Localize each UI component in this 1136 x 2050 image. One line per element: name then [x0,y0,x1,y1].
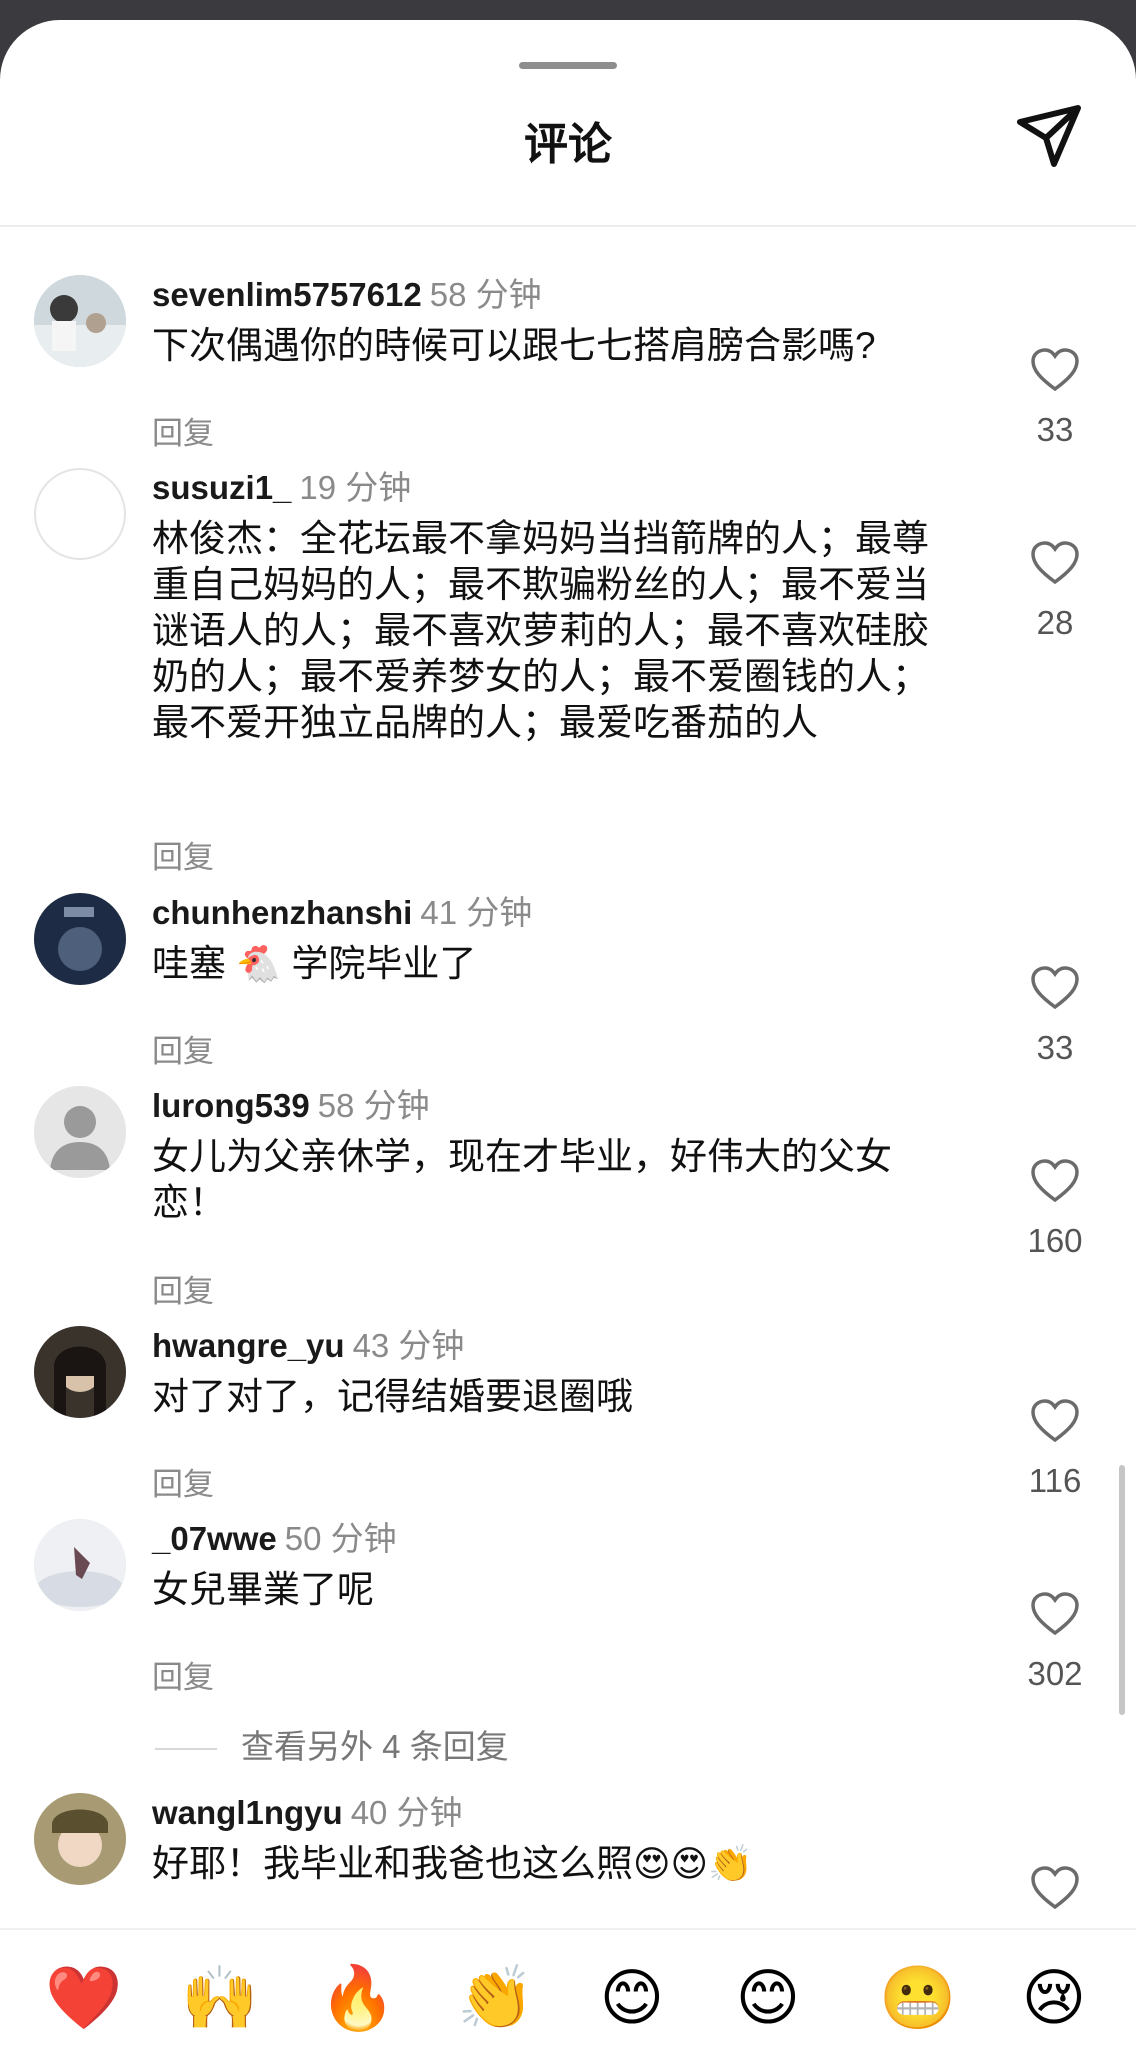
comment-text-part: 学院毕业了 [291,943,477,984]
like-count: 33 [1036,1029,1074,1066]
reply-button[interactable]: 回复 [152,1266,214,1311]
comment-time: 58 分钟 [317,1087,430,1124]
reply-button[interactable]: 回复 [152,832,214,877]
comment-meta: _07wwe 50 分钟 [152,1519,397,1559]
comment-text-part: 好耶！我毕业和我爸也这么照 [152,1843,633,1884]
heart-outline-icon [1031,966,1079,1010]
avatar[interactable] [34,1793,126,1885]
like-button[interactable]: 160 [1010,1158,1100,1260]
comment-time: 50 分钟 [284,1520,397,1557]
reply-button[interactable]: 回复 [152,408,214,453]
comment-meta: susuzi1_ 19 分钟 [152,468,411,508]
username[interactable]: lurong539 [152,1087,310,1124]
like-button[interactable]: 116 [1010,1398,1100,1500]
page-title: 评论 [524,120,612,169]
comment-text: 好耶！我毕业和我爸也这么照😍😍👏 [152,1841,952,1888]
comment-text: 林俊杰：全花坛最不拿妈妈当挡箭牌的人；最尊重自己妈妈的人；最不欺骗粉丝的人；最不… [152,518,929,743]
heart-outline-icon [1031,1159,1079,1203]
avatar[interactable] [34,1519,126,1611]
heart-outline-icon [1031,1592,1079,1636]
heart-emoji-button[interactable]: ❤️ [44,1958,124,2038]
heart-outline-icon [1031,1399,1079,1443]
like-button[interactable]: 302 [1010,1591,1100,1693]
reply-button[interactable]: 回复 [152,1459,214,1504]
like-count: 33 [1036,411,1074,448]
reply-button[interactable]: 回复 [152,1652,214,1697]
fire-emoji-button[interactable]: 🔥 [318,1958,398,2038]
like-button[interactable]: 28 [1010,540,1100,642]
comment-meta: chunhenzhanshi 41 分钟 [152,893,532,933]
comment-time: 40 分钟 [350,1794,463,1831]
comment-text-part: 哇塞 [152,943,226,984]
comment-time: 19 分钟 [299,469,412,506]
avatar[interactable] [34,275,126,367]
comment-meta: sevenlim5757612 58 分钟 [152,275,542,315]
comment-text: 女儿为父亲休学，现在才毕业，好伟大的父女恋！ [152,1136,892,1223]
avatar[interactable] [34,1086,126,1178]
avatar[interactable] [34,893,126,985]
view-more-label: 查看另外 4 条回复 [241,1728,509,1765]
username[interactable]: _07wwe [152,1520,277,1557]
raised-hands-emoji-button[interactable]: 🙌 [180,1958,260,2038]
comment-meta: hwangre_yu 43 分钟 [152,1326,464,1366]
chicken-emoji: 🐔 [236,944,282,985]
avatar[interactable] [34,468,126,560]
reply-button[interactable]: 回复 [152,1026,214,1071]
heart-outline-icon [1031,348,1079,392]
like-count: 28 [1036,604,1074,641]
view-more-replies[interactable]: 查看另外 4 条回复 [155,1720,509,1768]
send-icon[interactable] [1014,102,1084,172]
like-button[interactable]: 33 [1010,347,1100,449]
like-count: 302 [1027,1655,1083,1692]
heart-outline-icon [1031,541,1079,585]
username[interactable]: susuzi1_ [152,469,291,506]
header-divider [0,225,1136,227]
username[interactable]: chunhenzhanshi [152,894,412,931]
username[interactable]: sevenlim5757612 [152,276,422,313]
comments-sheet: 评论 sevenlim5757612 58 分钟 下次偶遇你的時候可以跟七七搭肩膀… [0,20,1136,2048]
comment-time: 43 分钟 [352,1327,465,1364]
crying-emoji-button[interactable]: 😢 [1014,1958,1094,2038]
like-count: 160 [1027,1222,1083,1259]
comment-time: 41 分钟 [420,894,533,931]
scrollbar[interactable] [1119,1465,1125,1715]
sheet-grabber[interactable] [519,62,617,69]
heart-eyes-clap-emoji: 😍😍👏 [633,1844,753,1885]
comment-time: 58 分钟 [429,276,542,313]
comment-text: 女兒畢業了呢 [152,1569,374,1610]
username[interactable]: hwangre_yu [152,1327,345,1364]
clapping-emoji-button[interactable]: 👏 [456,1958,536,2038]
username[interactable]: wangl1ngyu [152,1794,343,1831]
comment-meta: lurong539 58 分钟 [152,1086,430,1126]
emoji-6-button[interactable]: 😊 [728,1958,808,2038]
grinning-emoji-button[interactable]: 😬 [878,1958,958,2038]
avatar[interactable] [34,1326,126,1418]
default-user-icon [34,1086,126,1178]
comment-text: 哇塞 🐔 学院毕业了 [152,941,952,988]
emoji-quick-bar: ❤️ 🙌 🔥 👏 😊 😊 😬 😢 [0,1928,1136,2050]
like-button[interactable]: 33 [1010,965,1100,1067]
comment-text: 对了对了，记得结婚要退圈哦 [152,1376,633,1417]
heart-outline-icon [1031,1866,1079,1910]
emoji-5-button[interactable]: 😊 [592,1958,672,2038]
comment-meta: wangl1ngyu 40 分钟 [152,1793,463,1833]
like-count: 116 [1028,1462,1082,1499]
divider-line [155,1748,217,1751]
comment-text: 下次偶遇你的時候可以跟七七搭肩膀合影嗎? [152,325,876,366]
